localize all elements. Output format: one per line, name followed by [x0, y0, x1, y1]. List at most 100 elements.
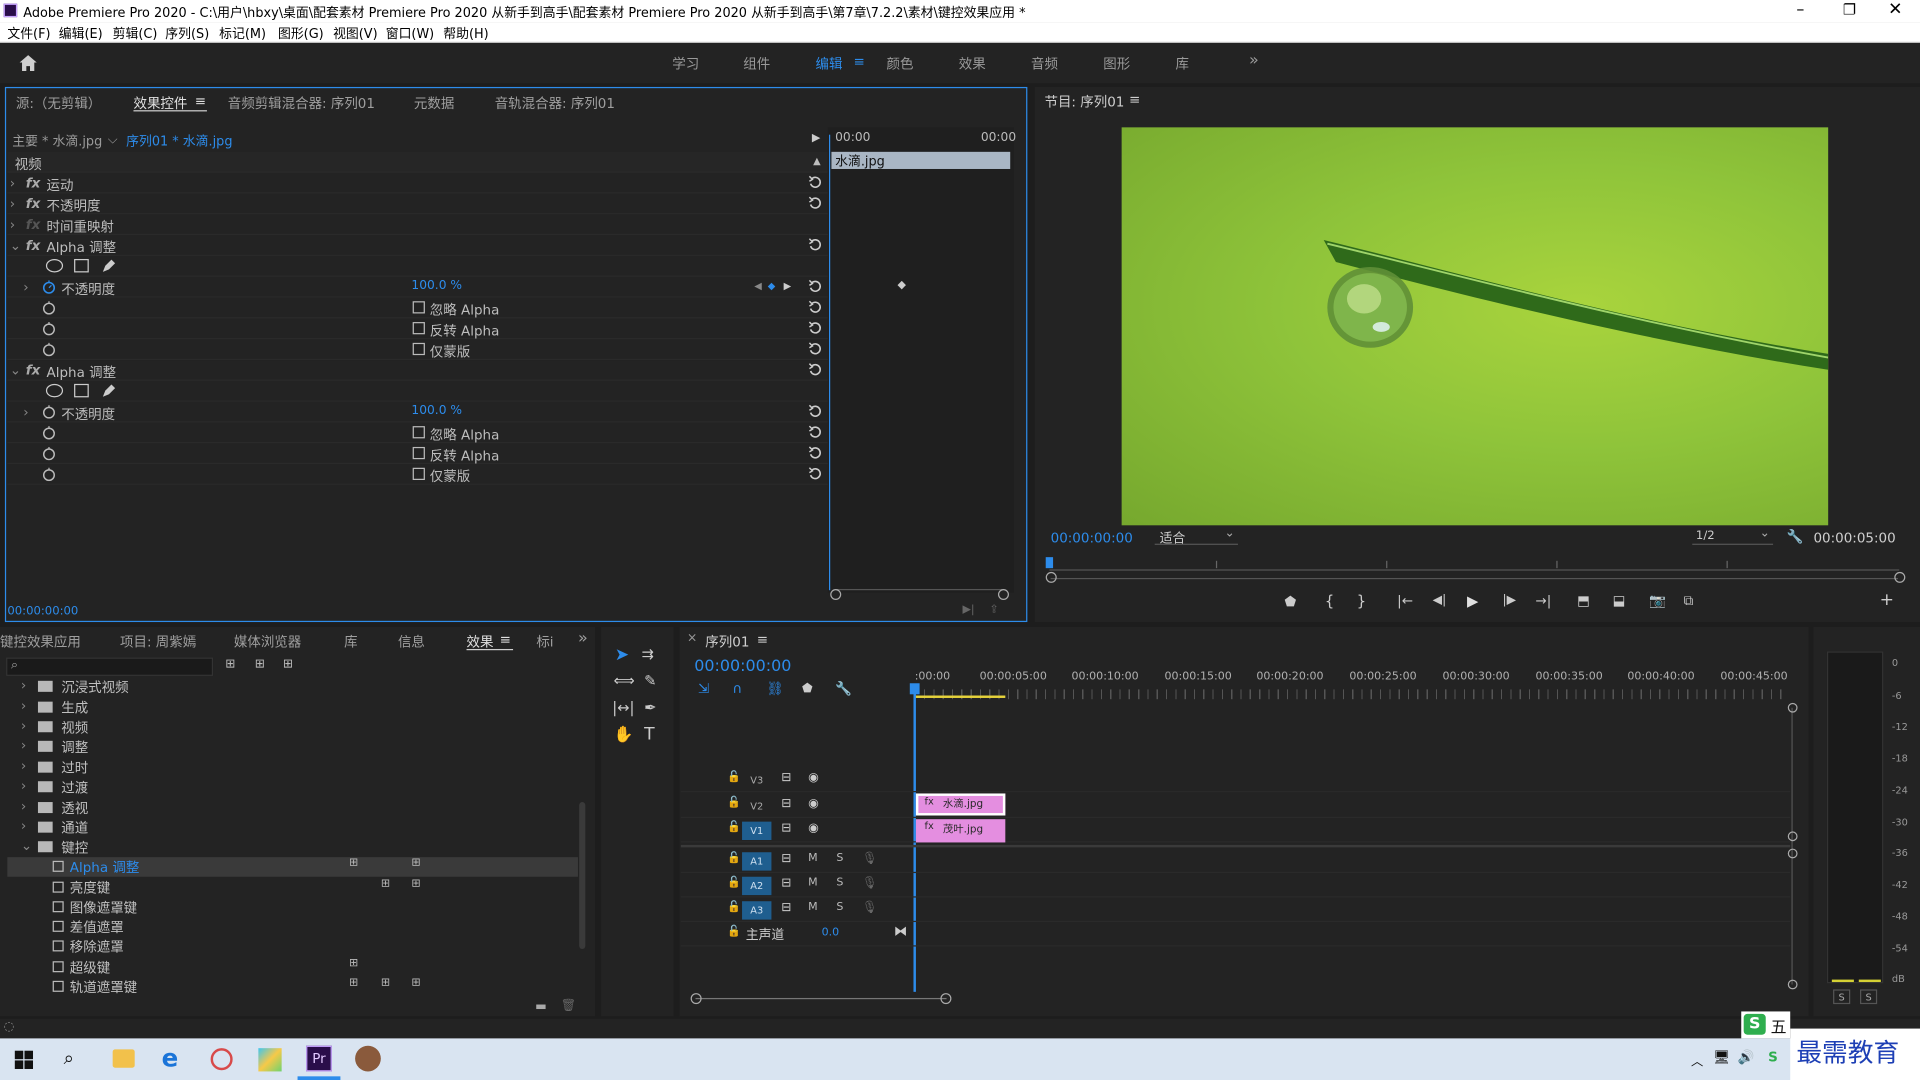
expand-chevron-icon[interactable]: ›	[23, 404, 28, 420]
microphone-icon[interactable]: 🎙	[862, 852, 878, 865]
work-area-bar[interactable]	[914, 695, 1006, 698]
resolution-dropdown[interactable]: 1/2 ⌄	[1692, 527, 1774, 545]
effect-difference-matte[interactable]: 差值遮罩	[7, 917, 578, 937]
menu-clip[interactable]: 剪辑(C)	[113, 24, 158, 42]
solo-button[interactable]: S	[836, 901, 843, 913]
expand-chevron-icon[interactable]: ›	[23, 279, 28, 295]
invert-alpha-row-2[interactable]: 反转 Alpha	[7, 443, 828, 465]
tab-audio-clip-mixer[interactable]: 音频剪辑混合器: 序列01	[228, 93, 375, 113]
new-bin-icon[interactable]: ▬	[535, 1000, 547, 1013]
reset-icon[interactable]	[808, 446, 823, 461]
effect-alpha-adjust[interactable]: Alpha 调整 ⊞ ⊞	[7, 857, 578, 877]
program-playhead[interactable]	[1045, 557, 1054, 569]
workspace-learn[interactable]: 学习	[672, 54, 699, 74]
ec-clip-bar[interactable]: 水滴.jpg	[831, 151, 1011, 169]
home-icon[interactable]	[18, 54, 38, 72]
reset-icon[interactable]	[808, 404, 823, 419]
effect-ultra-key[interactable]: 超级键 ⊞	[7, 958, 578, 978]
wrench-icon[interactable]: 🔧	[1787, 529, 1804, 545]
collapse-chevron-icon[interactable]: ⌄	[10, 362, 21, 378]
tab-markers[interactable]: 标i	[536, 632, 553, 652]
mask-only-row[interactable]: 仅蒙版	[7, 339, 828, 361]
app-icon-colorful[interactable]	[258, 1048, 282, 1072]
mute-button[interactable]: M	[808, 877, 818, 889]
folder-perspective[interactable]: › 透视	[7, 798, 578, 818]
tray-chevron-up-icon[interactable]: ︿	[1691, 1051, 1703, 1069]
program-menu-icon[interactable]: ≡	[1129, 92, 1140, 108]
user-avatar[interactable]	[355, 1045, 381, 1072]
stopwatch-icon[interactable]	[42, 279, 57, 294]
reset-icon[interactable]	[808, 279, 823, 294]
expand-chevron-icon[interactable]: ›	[10, 196, 15, 212]
clip-water-drop[interactable]: fx 水滴.jpg	[915, 793, 1006, 816]
folder-immersive[interactable]: › 沉浸式视频	[7, 677, 578, 697]
edge-browser-icon[interactable]: e	[162, 1043, 179, 1072]
effect-remove-matte[interactable]: 移除遮罩	[7, 937, 578, 957]
workspace-color[interactable]: 颜色	[887, 54, 914, 74]
program-ruler[interactable]	[1045, 557, 1900, 572]
pen-mask-icon[interactable]	[100, 258, 116, 273]
master-clip-label[interactable]: 主要 * 水滴.jpg	[12, 132, 102, 150]
ec-timecode[interactable]: 00:00:00:00	[7, 605, 78, 618]
ignore-alpha-row-2[interactable]: 忽略 Alpha	[7, 422, 828, 444]
ignore-alpha-checkbox[interactable]	[412, 426, 425, 439]
compare-view-icon[interactable]: ⧉	[1684, 593, 1694, 610]
folder-generate[interactable]: › 生成	[7, 698, 578, 718]
timeline-ruler[interactable]	[914, 689, 1785, 700]
tab-info[interactable]: 信息	[398, 632, 425, 652]
button-editor-plus-icon[interactable]: +	[1880, 590, 1894, 610]
reset-icon[interactable]	[808, 238, 823, 253]
invert-alpha-checkbox[interactable]	[412, 446, 425, 460]
effect-alpha-adjust-row-2[interactable]: ⌄ fx Alpha 调整	[7, 360, 828, 381]
collapse-up-icon[interactable]: ▲	[813, 156, 821, 167]
network-icon[interactable]: 🖥	[1713, 1049, 1730, 1065]
master-volume[interactable]: 0.0	[822, 927, 840, 939]
program-timecode[interactable]: 00:00:00:00	[1051, 530, 1133, 546]
timeline-settings-icon[interactable]: 🔧	[835, 681, 852, 697]
sequence-dropdown-icon[interactable]: ⌵	[108, 132, 118, 148]
sync-lock-icon[interactable]: ⊟	[781, 852, 791, 865]
tray-sogou-icon[interactable]: S	[1768, 1049, 1778, 1065]
export-frame-icon[interactable]: 📷	[1649, 593, 1666, 609]
ec-zoom-handle-right[interactable]	[997, 588, 1009, 601]
delete-icon[interactable]: 🗑	[561, 999, 577, 1012]
reset-icon[interactable]	[808, 175, 823, 190]
lock-icon[interactable]: 🔓	[727, 877, 741, 889]
minimize-button[interactable]: –	[1796, 1, 1804, 19]
tab-menu-icon[interactable]: ≡	[195, 93, 206, 109]
snap-icon[interactable]: ∩	[732, 681, 742, 697]
stopwatch-icon[interactable]	[42, 342, 57, 357]
solo-button[interactable]: S	[836, 852, 843, 864]
go-to-in-icon[interactable]: |←	[1397, 593, 1413, 609]
timeline-vscroll[interactable]	[1791, 707, 1793, 985]
go-to-end-icon[interactable]: ⧓	[894, 923, 907, 939]
workspace-audio[interactable]: 音频	[1031, 54, 1058, 74]
nest-icon[interactable]: ⇲	[698, 681, 709, 697]
hand-tool-icon[interactable]: ✋	[613, 726, 633, 744]
workspace-effects[interactable]: 效果	[959, 54, 986, 74]
microphone-icon[interactable]: 🎙	[862, 901, 878, 914]
timeline-hscroll[interactable]	[695, 997, 947, 1000]
fit-dropdown[interactable]: 适合 ⌄	[1154, 527, 1238, 546]
meter-solo-right[interactable]: S	[1860, 989, 1878, 1005]
add-marker-icon[interactable]: ⬟	[802, 682, 813, 695]
hscroll-right[interactable]	[940, 993, 952, 1005]
mask-only-checkbox[interactable]	[412, 467, 425, 481]
workspace-menu-icon[interactable]: ≡	[853, 54, 864, 70]
lock-icon[interactable]: 🔓	[727, 901, 741, 913]
opacity-value[interactable]: 100.0 %	[411, 404, 462, 417]
reset-icon[interactable]	[808, 321, 823, 336]
folder-obsolete[interactable]: › 过时	[7, 758, 578, 778]
volume-icon[interactable]: 🔊	[1738, 1049, 1755, 1065]
lock-icon[interactable]: 🔓	[727, 822, 741, 834]
prev-keyframe-icon[interactable]: ◀	[754, 280, 762, 291]
workspace-editing[interactable]: 编辑	[816, 54, 843, 74]
taskbar-search-icon[interactable]: ⌕	[64, 1047, 74, 1069]
slip-tool-icon[interactable]: |↔|	[612, 699, 634, 716]
workspace-graphics[interactable]: 图形	[1103, 54, 1130, 74]
ec-playhead[interactable]	[828, 134, 831, 591]
vscroll-mid2[interactable]	[1787, 848, 1798, 859]
sync-lock-icon[interactable]: ⊟	[781, 877, 791, 890]
hscroll-left[interactable]	[690, 993, 702, 1005]
stopwatch-icon[interactable]	[42, 300, 57, 315]
